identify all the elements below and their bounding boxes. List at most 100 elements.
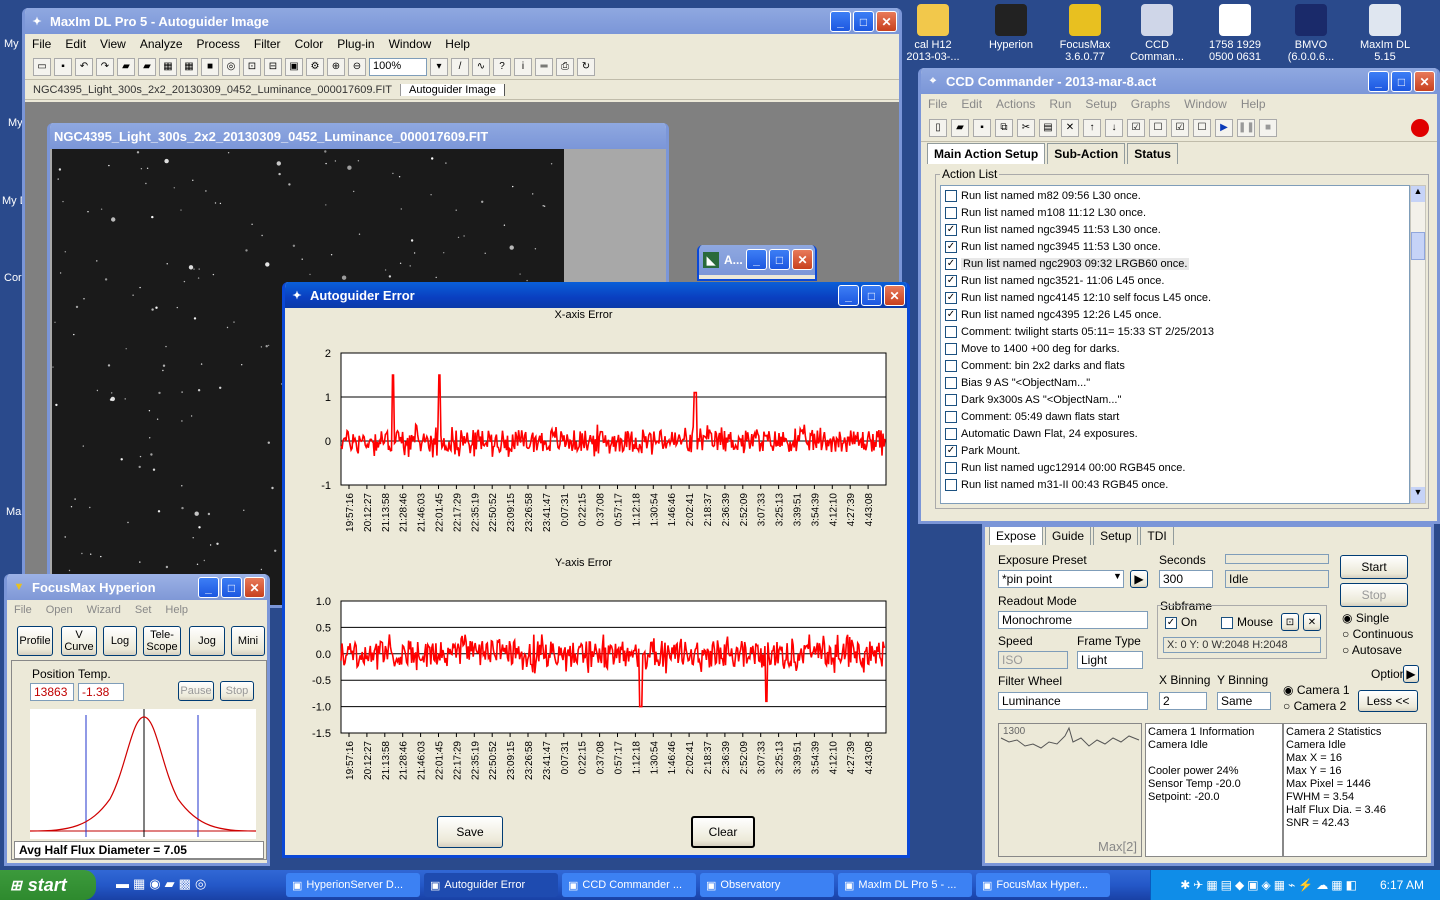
readout-select[interactable]: Monochrome [998, 611, 1148, 629]
desktop-icon[interactable]: Hyperion [976, 4, 1046, 51]
close-button[interactable]: ✕ [244, 577, 265, 598]
focusmax-menu-item[interactable]: Set [128, 604, 159, 616]
action-list-item[interactable]: ✓ Run list named ngc3945 11:53 L30 once. [941, 222, 1409, 239]
graph-icon[interactable]: ∿ [472, 57, 490, 76]
frame-type-select[interactable]: Light [1077, 651, 1143, 669]
minimize-button[interactable]: _ [830, 11, 851, 32]
focusmax-menu-item[interactable]: File [7, 604, 39, 616]
help-icon[interactable]: ? [493, 57, 511, 76]
zoom-fit-icon[interactable]: ⊡ [243, 57, 261, 76]
desktop-label[interactable]: Ma [6, 506, 21, 518]
maxim-menu-item[interactable]: Help [438, 37, 477, 51]
minimize-button[interactable]: _ [1368, 71, 1389, 92]
pause-button[interactable]: Pause [178, 681, 214, 701]
start-button[interactable]: ⊞ start [0, 870, 96, 900]
desktop-icon[interactable]: BMVO (6.0.0.6... [1276, 4, 1346, 63]
zoom-in-icon[interactable]: ⊕ [327, 57, 345, 76]
record-icon[interactable] [1411, 118, 1429, 137]
doc-tab[interactable]: NGC4395_Light_300s_2x2_20130309_0452_Lum… [25, 83, 402, 96]
network-icon[interactable]: ▩ [179, 876, 191, 892]
xbin-select[interactable]: 2 [1159, 692, 1207, 710]
info-icon[interactable]: i [514, 57, 532, 76]
camera2-radio[interactable]: ○ Camera 2 [1283, 699, 1346, 713]
chevron-down-icon[interactable]: ▼ [1113, 571, 1122, 581]
subframe-mouse-checkbox[interactable] [1221, 616, 1233, 629]
ruler-icon[interactable]: ═ [535, 57, 553, 76]
maxim-menu-item[interactable]: Plug-in [330, 37, 381, 51]
tray-icons[interactable]: ✱✈▦▤◆▣◈▦⌁⚡☁▦◧ [1180, 878, 1360, 892]
maximize-button[interactable]: □ [1391, 71, 1412, 92]
open-icon[interactable]: ▭ [33, 57, 51, 76]
clear-button[interactable]: Clear [691, 816, 755, 848]
desktop-label[interactable]: Cor [4, 272, 22, 284]
action-list-item[interactable]: ✓ Run list named ngc4395 12:26 L45 once. [941, 307, 1409, 324]
uncheck-icon[interactable]: ☐ [1149, 118, 1167, 137]
camera1-radio[interactable]: ◉ Camera 1 [1283, 683, 1350, 697]
close-button[interactable]: ✕ [792, 249, 813, 270]
scroll-thumb[interactable] [1411, 232, 1425, 260]
focusmax-menu-item[interactable]: Wizard [80, 604, 128, 616]
autoguider-titlebar[interactable]: ✦ Autoguider Error _ □ ✕ [285, 282, 907, 308]
minimize-button[interactable]: _ [198, 577, 219, 598]
image-icon[interactable]: ▦ [159, 57, 177, 76]
desktop-icon[interactable]: FocusMax 3.6.0.77 [1050, 4, 1120, 63]
doc-tab-active[interactable]: Autoguider Image [401, 83, 505, 96]
action-list-item[interactable]: Comment: 05:49 dawn flats start [941, 409, 1409, 426]
tab-setup[interactable]: Setup [1093, 527, 1139, 545]
action-list-item[interactable]: ✓ Run list named ngc3521- 11:06 L45 once. [941, 273, 1409, 290]
action-checkbox[interactable]: ✓ [945, 224, 957, 237]
print-icon[interactable]: ⎙ [556, 57, 574, 76]
focusmax-menu-item[interactable]: Open [39, 604, 80, 616]
exposure-preset-select[interactable]: *pin point [998, 570, 1124, 588]
action-list-item[interactable]: ✓ Run list named ngc4145 12:10 self focus… [941, 290, 1409, 307]
ccd-menu-item[interactable]: Actions [989, 97, 1042, 111]
close-button[interactable]: ✕ [876, 11, 897, 32]
tab-status[interactable]: Status [1127, 143, 1178, 164]
action-list-item[interactable]: Run list named m108 11:12 L30 once. [941, 205, 1409, 222]
ccd-menu-item[interactable]: Setup [1078, 97, 1123, 111]
action-list-item[interactable]: Dark 9x300s AS "<ObjectNam..." [941, 392, 1409, 409]
action-list-item[interactable]: ✓ Run list named ngc3945 11:53 L30 once. [941, 239, 1409, 256]
rotate-icon[interactable]: ↻ [577, 57, 595, 76]
action-checkbox[interactable] [945, 394, 957, 407]
ccd-titlebar[interactable]: ⌖ CCD Commander - 2013-mar-8.act _ □ ✕ [921, 68, 1437, 94]
focusmax-titlebar[interactable]: ▼ FocusMax Hyperion _ □ ✕ [7, 574, 267, 600]
scroll-down-icon[interactable]: ▼ [1411, 487, 1425, 503]
action-checkbox[interactable]: ✓ [945, 241, 957, 254]
action-checkbox[interactable] [945, 377, 957, 390]
tab-guide[interactable]: Guide [1045, 527, 1092, 545]
action-checkbox[interactable] [945, 462, 957, 475]
copy-icon[interactable]: ⧉ [995, 118, 1013, 137]
action-checkbox[interactable] [945, 207, 957, 220]
ccd-menu-item[interactable]: Help [1234, 97, 1273, 111]
maximize-button[interactable]: □ [769, 249, 790, 270]
action-list[interactable]: Run list named m82 09:56 L30 once. Run li… [940, 185, 1410, 504]
save-button[interactable]: Save [437, 816, 503, 848]
quicklaunch-icon[interactable]: ▬ [116, 876, 129, 892]
pause-icon[interactable]: ❚❚ [1237, 118, 1255, 137]
delete-icon[interactable]: ✕ [1061, 118, 1079, 137]
tab-main-action[interactable]: Main Action Setup [927, 143, 1046, 164]
fm-stop-button[interactable]: Stop [220, 681, 254, 701]
seconds-input[interactable]: 300 [1159, 570, 1213, 588]
ccd-menu-item[interactable]: File [921, 97, 954, 111]
minimize-button[interactable]: _ [746, 249, 767, 270]
save-icon[interactable]: ▪ [973, 118, 991, 137]
move-down-icon[interactable]: ↓ [1105, 118, 1123, 137]
action-checkbox[interactable]: ✓ [945, 275, 957, 288]
action-list-scrollbar[interactable]: ▲ ▼ [1410, 185, 1426, 504]
action-checkbox[interactable] [945, 479, 957, 492]
action-list-item[interactable]: ✓ Park Mount. [941, 443, 1409, 460]
speed-select[interactable]: ISO [998, 651, 1068, 669]
taskbar-task[interactable]: ▣ Observatory [700, 873, 834, 897]
focusmax-button[interactable]: Profile [17, 626, 53, 656]
zoom-out-icon[interactable]: ⊖ [348, 57, 366, 76]
close-button[interactable]: ✕ [1414, 71, 1435, 92]
save-icon[interactable]: ▪ [54, 57, 72, 76]
folder-icon[interactable]: ▰ [138, 57, 156, 76]
open-icon[interactable]: ▰ [951, 118, 969, 137]
action-checkbox[interactable]: ✓ [945, 309, 957, 322]
tab-expose[interactable]: Expose [989, 527, 1044, 545]
action-checkbox[interactable] [945, 343, 957, 356]
new-icon[interactable]: ▯ [929, 118, 947, 137]
